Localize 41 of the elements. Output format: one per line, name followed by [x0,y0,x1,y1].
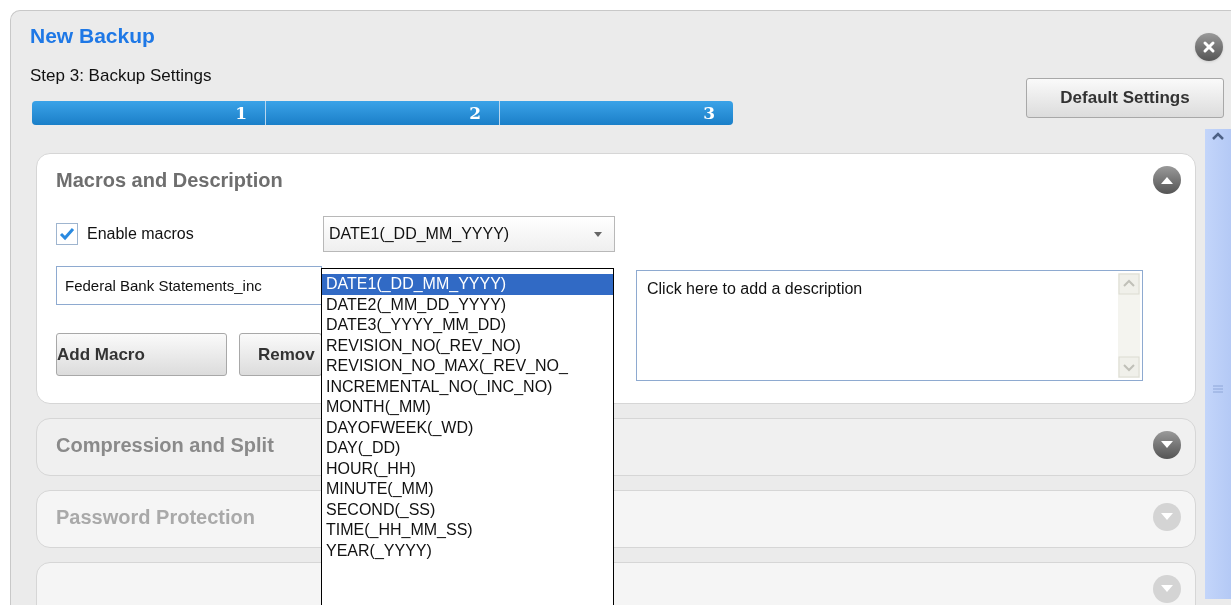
section-title: Password Protection [56,505,255,530]
textarea-scrollbar[interactable] [1118,273,1140,378]
caret-down-icon [1160,584,1174,594]
window-title: New Backup [30,23,156,49]
remove-macro-button[interactable]: Remov [239,333,322,376]
section-title: Macros and Description [56,168,283,193]
dropdown-option[interactable]: YEAR(_YYYY) [322,540,613,561]
dropdown-option[interactable]: DAYOFWEEK(_WD) [322,417,613,438]
close-button[interactable] [1195,33,1223,61]
expand-button[interactable] [1153,431,1181,459]
dropdown-option[interactable]: REVISION_NO_MAX(_REV_NO_ [322,356,613,377]
caret-up-icon [1160,175,1174,185]
dropdown-option[interactable]: INCREMENTAL_NO(_INC_NO) [322,376,613,397]
dropdown-option[interactable]: HOUR(_HH) [322,458,613,479]
checkbox-label: Enable macros [87,224,194,244]
step-label: Step 3: Backup Settings [30,65,213,87]
dropdown-option[interactable]: MINUTE(_MM) [322,479,613,500]
scroll-up-icon[interactable] [1211,131,1225,141]
caret-down-icon [1160,440,1174,450]
dropdown-option[interactable]: TIME(_HH_MM_SS) [322,520,613,541]
caret-down-icon [594,231,602,237]
description-field[interactable]: Click here to add a description [636,270,1143,381]
dropdown-option[interactable]: SECOND(_SS) [322,499,613,520]
scroll-down-icon[interactable] [1118,356,1140,378]
name-field[interactable]: Federal Bank Statements_inc [56,266,322,305]
dropdown-option[interactable]: DAY(_DD) [322,438,613,459]
dropdown-option[interactable]: DATE3(_YYYY_MM_DD) [322,315,613,336]
dropdown-option[interactable]: DATE2(_MM_DD_YYYY) [322,294,613,315]
dropdown-option[interactable]: DATE1(_DD_MM_YYYY) [322,274,613,295]
default-settings-button[interactable]: Default Settings [1026,78,1224,118]
collapse-button[interactable] [1153,166,1181,194]
grip-icon [1213,385,1223,393]
scrollbar[interactable] [1205,129,1231,599]
checkbox[interactable] [56,223,78,245]
close-icon [1202,40,1216,54]
dropdown-option[interactable]: REVISION_NO(_REV_NO) [322,335,613,356]
macro-dropdown[interactable]: DATE1(_DD_MM_YYYY) [323,216,615,252]
section-title: Compression and Split [56,433,274,458]
add-macro-button[interactable]: Add Macro [56,333,227,376]
dropdown-option[interactable]: MONTH(_MM) [322,397,613,418]
caret-down-icon [1160,512,1174,522]
